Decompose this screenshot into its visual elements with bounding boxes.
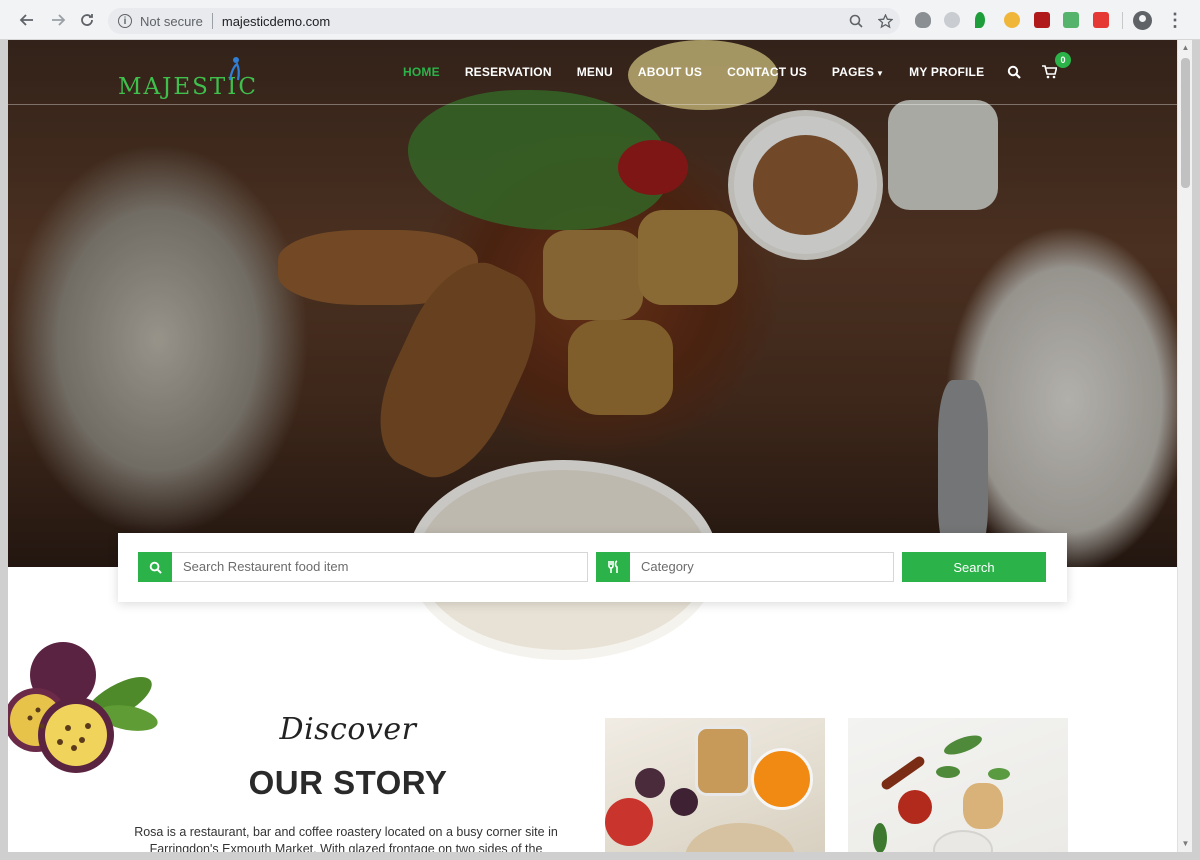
- breakfast-photo: [605, 718, 825, 852]
- pdf-extension-icon[interactable]: [1034, 12, 1050, 28]
- page-viewport: MAJESTIC HOME RESERVATION MENU ABOUT US …: [8, 40, 1177, 852]
- story-kicker: Discover: [279, 712, 417, 747]
- profile-avatar-icon[interactable]: [1133, 11, 1152, 30]
- search-icon[interactable]: [1007, 65, 1021, 79]
- logo-figure-icon: [228, 57, 240, 81]
- forward-arrow-icon[interactable]: [47, 9, 69, 31]
- cutlery-icon: [596, 552, 630, 582]
- header-divider: [8, 104, 1177, 105]
- food-search-field[interactable]: [138, 552, 588, 582]
- extension-icon[interactable]: [1063, 12, 1079, 28]
- url-text[interactable]: majesticdemo.com: [222, 14, 330, 29]
- cart-icon[interactable]: [1041, 64, 1057, 79]
- food-search-input[interactable]: [183, 559, 543, 574]
- map-pin-extension-icon[interactable]: [975, 12, 985, 28]
- extension-icon[interactable]: [944, 12, 960, 28]
- nav-contact-us[interactable]: CONTACT US: [727, 65, 807, 79]
- nav-my-profile[interactable]: MY PROFILE: [909, 65, 984, 79]
- nav-pages-label: PAGES: [831, 65, 875, 79]
- story-title: OUR STORY: [248, 764, 448, 801]
- address-bar[interactable]: i Not secure majesticdemo.com: [108, 8, 900, 34]
- nav-reservation[interactable]: RESERVATION: [465, 65, 552, 79]
- nav-about-us[interactable]: ABOUT US: [638, 65, 702, 79]
- security-label: Not secure: [140, 13, 203, 29]
- category-input[interactable]: [641, 559, 881, 574]
- nav-menu[interactable]: MENU: [577, 65, 613, 79]
- scroll-up-icon[interactable]: ▲: [1180, 42, 1191, 53]
- nav-pages[interactable]: PAGES ▼: [832, 65, 884, 79]
- search-button[interactable]: Search: [902, 552, 1046, 582]
- scrollbar-thumb[interactable]: [1181, 58, 1190, 188]
- passion-fruit-image: [8, 642, 158, 773]
- divider: [211, 13, 213, 29]
- divider: [1122, 12, 1123, 29]
- browser-toolbar: i Not secure majesticdemo.com ⋮: [0, 0, 1200, 40]
- zoom-icon[interactable]: [848, 13, 864, 29]
- pocket-extension-icon[interactable]: [1093, 12, 1109, 28]
- scroll-down-icon[interactable]: ▼: [1180, 838, 1191, 849]
- cart-count-badge: 0: [1055, 52, 1071, 68]
- reload-icon[interactable]: [76, 9, 98, 31]
- page-scrollbar[interactable]: ▲ ▼: [1177, 40, 1192, 852]
- cloud-extension-icon[interactable]: [915, 12, 931, 28]
- back-arrow-icon[interactable]: [16, 9, 38, 31]
- caret-down-icon: ▼: [876, 69, 885, 78]
- search-panel: Search: [118, 533, 1067, 602]
- main-nav: HOME RESERVATION MENU ABOUT US CONTACT U…: [403, 64, 1009, 80]
- spices-photo: [848, 718, 1068, 852]
- hero-banner: MAJESTIC HOME RESERVATION MENU ABOUT US …: [8, 40, 1177, 660]
- bookmark-star-icon[interactable]: [877, 13, 893, 29]
- search-icon: [138, 552, 172, 582]
- info-icon[interactable]: i: [118, 14, 132, 28]
- nav-home[interactable]: HOME: [403, 65, 440, 79]
- extension-icon[interactable]: [1004, 12, 1020, 28]
- story-text: Rosa is a restaurant, bar and coffee roa…: [134, 825, 558, 852]
- browser-menu-icon[interactable]: ⋮: [1166, 10, 1184, 30]
- category-field[interactable]: [596, 552, 894, 582]
